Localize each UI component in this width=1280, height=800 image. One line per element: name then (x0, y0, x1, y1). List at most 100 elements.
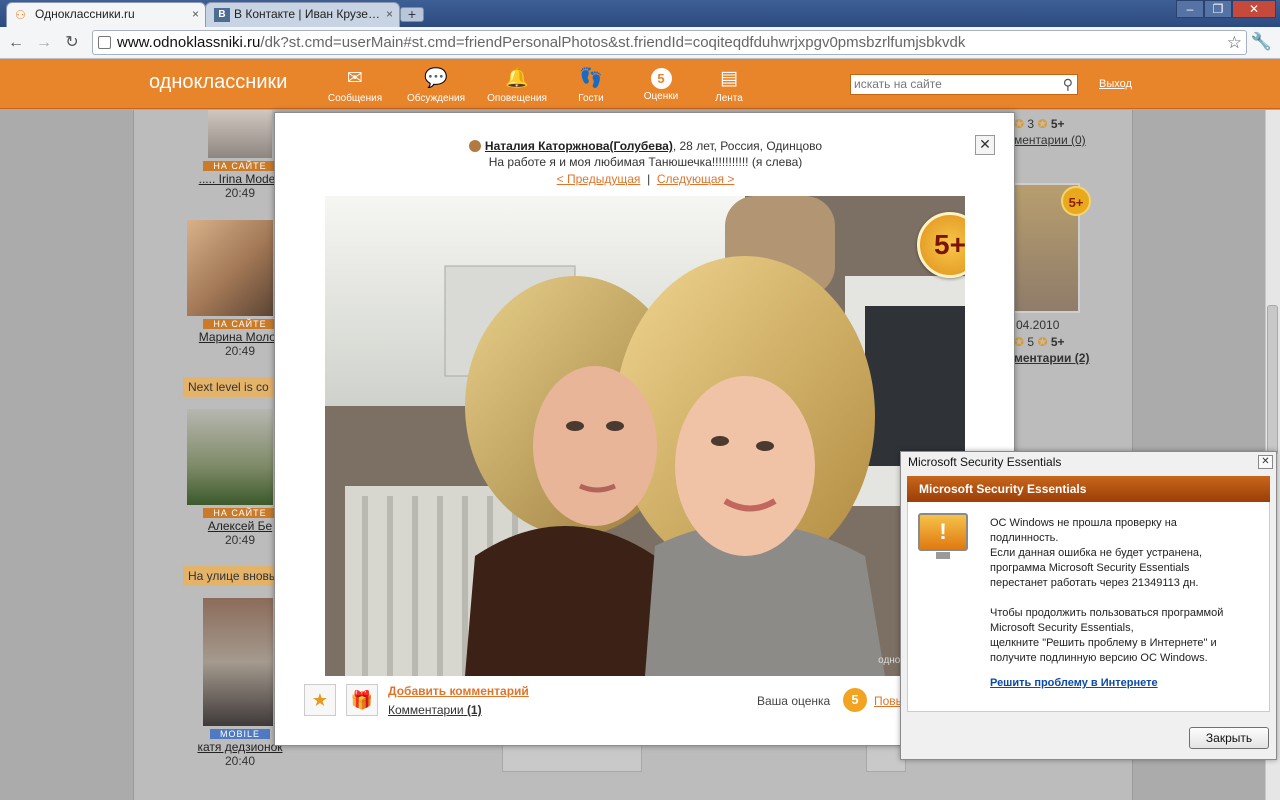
comments-link[interactable]: Комментарии (1) (388, 703, 482, 717)
mse-text-line: ОС Windows не прошла проверку на (990, 517, 1177, 529)
footprints-icon: 👣 (579, 68, 603, 89)
photo-stats: ✪ 3 ✪ 5+ (1014, 117, 1065, 131)
mse-text-line: Microsoft Security Essentials, (990, 622, 1134, 634)
bookmark-star-icon[interactable]: ☆ (1227, 31, 1242, 54)
nav-label: Обсуждения (406, 93, 466, 104)
ratings-count-badge: 5 (650, 68, 672, 89)
back-arrow-icon[interactable]: ← (6, 33, 26, 53)
gift-icon[interactable]: 🎁 (346, 684, 378, 716)
tab-odnoklassniki[interactable]: ⚇ Одноклассники.ru × (6, 2, 206, 27)
main-photo[interactable]: 5+ одноклассники.ru (325, 196, 965, 676)
browser-tabstrip: ⚇ Одноклассники.ru × B В Контакте | Иван… (0, 0, 1280, 27)
feed-icon: ▤ (720, 68, 738, 89)
add-comment-link[interactable]: Добавить комментарий (388, 684, 529, 698)
vkontakte-icon: B (214, 8, 230, 22)
site-search-input[interactable]: искать на сайте ⚲ (850, 74, 1078, 95)
mse-window-title: Microsoft Security Essentials (908, 455, 1062, 469)
mse-dialog: Microsoft Security Essentials ✕ Microsof… (900, 451, 1277, 760)
mse-text-line: программа Microsoft Security Essentials (990, 562, 1190, 574)
nav-label: Оповещения (487, 93, 547, 104)
close-icon[interactable]: ✕ (975, 135, 995, 155)
scrollbar-thumb[interactable] (1267, 305, 1278, 455)
friend-photo[interactable] (187, 409, 273, 505)
online-tag: НА САЙТЕ (203, 319, 277, 329)
address-host: www.odnoklassniki.ru (117, 34, 261, 51)
logout-link[interactable]: Выход (1099, 78, 1132, 90)
mse-text-line: перестанет работать через 21349113 дн. (990, 577, 1199, 589)
bell-icon: 🔔 (505, 68, 529, 89)
tab-title: В Контакте | Иван Крузе… (234, 7, 380, 21)
comments-link[interactable]: ментарии (2) (1014, 351, 1089, 365)
window-controls: – ❐ ✕ (1176, 0, 1276, 18)
photo-caption: На работе я и моя любимая Танюшечка!!!!!… (488, 155, 803, 169)
friend-photo[interactable] (187, 220, 273, 316)
reload-icon[interactable]: ↻ (62, 33, 82, 53)
envelope-icon: ✉ (347, 68, 363, 89)
comments-link[interactable]: ментарии (0) (1014, 133, 1086, 147)
nav-feed[interactable]: ▤ Лента (694, 67, 764, 104)
nav-label: Гости (578, 93, 604, 104)
star-icon: ✪ (1014, 117, 1025, 131)
nav-discussions[interactable]: 💬 Обсуждения (401, 67, 471, 104)
solve-problem-online-link[interactable]: Решить проблему в Интернете (990, 677, 1158, 689)
warning-monitor-icon: ! (918, 513, 968, 551)
comments-count: (1) (466, 703, 482, 717)
search-icon[interactable]: ⚲ (1063, 75, 1073, 94)
nav-messages[interactable]: ✉ Сообщения (320, 67, 390, 104)
star-icon[interactable]: ★ (304, 684, 336, 716)
search-placeholder: искать на сайте (854, 77, 942, 91)
online-tag: НА САЙТЕ (203, 161, 277, 171)
tab-close-icon[interactable]: × (192, 3, 199, 26)
photo-illustration (325, 196, 965, 676)
nav-label: Лента (715, 93, 743, 104)
window-close-icon[interactable]: ✕ (1232, 0, 1276, 18)
nav-notifications[interactable]: 🔔 Оповещения (482, 67, 552, 104)
chat-bubbles-icon: 💬 (424, 68, 448, 89)
online-tag: НА САЙТЕ (203, 508, 277, 518)
nav-guests[interactable]: 👣 Гости (556, 67, 626, 104)
star-icon: ✪ (1014, 335, 1025, 349)
grade-icon: ✪ (1037, 117, 1048, 131)
friend-photo[interactable] (203, 598, 273, 726)
tab-vkontakte[interactable]: B В Контакте | Иван Крузе… × (205, 2, 400, 27)
owner-name-link[interactable]: Наталия Каторжнова(Голубева) (485, 139, 673, 153)
next-photo-link[interactable]: Следующая > (657, 172, 734, 186)
mse-banner: Microsoft Security Essentials (907, 476, 1270, 502)
user-avatar-icon (468, 140, 481, 152)
mse-close-button[interactable]: Закрыть (1189, 727, 1269, 749)
mse-text-line: Если данная ошибка не будет устранена, (990, 547, 1203, 559)
mse-message: ОС Windows не прошла проверку на подлинн… (990, 516, 1260, 681)
minimize-icon[interactable]: – (1176, 0, 1204, 18)
maximize-icon[interactable]: ❐ (1204, 0, 1232, 18)
mobile-tag: MOBILE (209, 729, 270, 739)
mse-text-line: щелкните "Решить проблему в Интернете" и (990, 637, 1217, 649)
tab-close-icon[interactable]: × (386, 3, 393, 26)
wrench-icon[interactable]: 🔧 (1251, 32, 1272, 52)
nav-label: Оценки (643, 91, 679, 102)
nav-ratings[interactable]: 5 Оценки (626, 67, 696, 102)
nav-label: Сообщения (327, 93, 383, 104)
site-logo[interactable]: одноклассники (149, 71, 287, 94)
comments-label: Комментарии (388, 703, 464, 717)
photo-pager: < Предыдущая | Следующая > (275, 172, 1016, 186)
previous-photo-link[interactable]: < Предыдущая (557, 172, 641, 186)
photo-stats: ✪ 5 ✪ 5+ (1014, 335, 1065, 349)
browser-toolbar: ← → ↻ www.odnoklassniki.ru/dk?st.cmd=use… (0, 27, 1280, 59)
new-tab-button[interactable]: + (400, 7, 424, 22)
close-icon[interactable]: ✕ (1258, 455, 1273, 469)
monitor-stand-icon (936, 552, 950, 559)
site-header: одноклассники ✉ Сообщения 💬 Обсуждения 🔔… (0, 59, 1280, 109)
address-bar[interactable]: www.odnoklassniki.ru/dk?st.cmd=userMain#… (92, 30, 1247, 55)
grade-value: 5+ (1050, 335, 1065, 349)
friend-photo[interactable] (208, 110, 272, 158)
grade-icon: ✪ (1037, 335, 1048, 349)
rating-count: 3 (1027, 117, 1035, 131)
friend-time: 20:40 (224, 754, 256, 768)
rating-count: 5 (1027, 335, 1035, 349)
pager-separator: | (647, 172, 651, 186)
forward-arrow-icon[interactable]: → (34, 33, 54, 53)
grade-value: 5+ (1050, 117, 1065, 131)
your-rating-label: Ваша оценка (757, 694, 831, 708)
tab-title: Одноклассники.ru (35, 7, 135, 21)
address-path: /dk?st.cmd=userMain#st.cmd=friendPersona… (260, 34, 966, 51)
